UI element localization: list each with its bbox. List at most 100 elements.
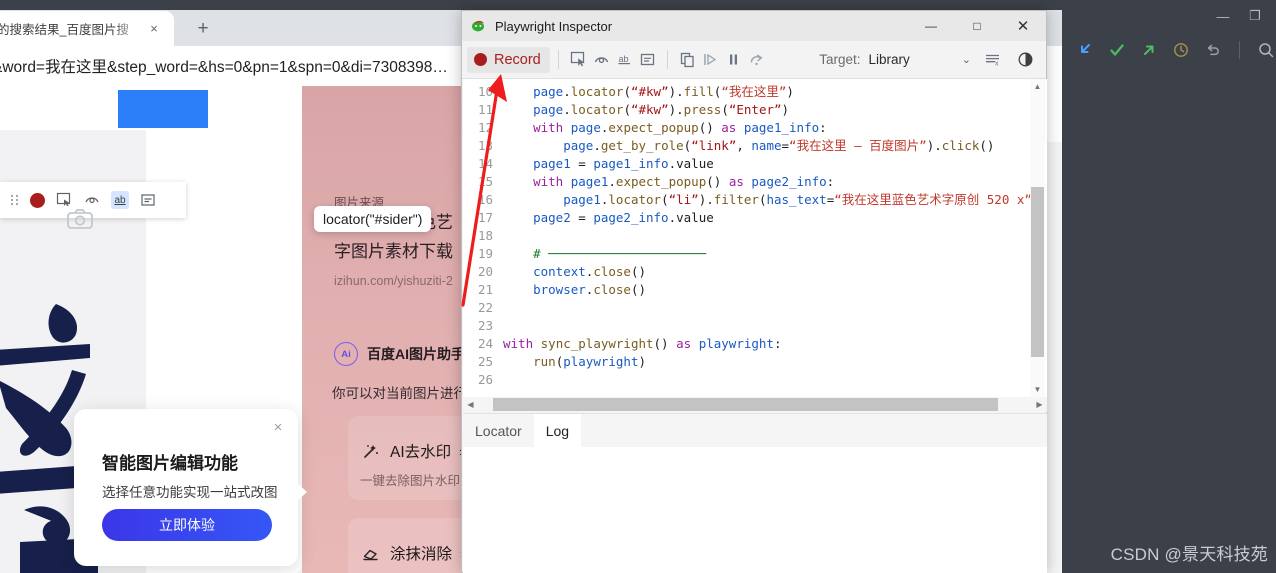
record-button[interactable]: Record [467,46,550,73]
undo-icon[interactable] [1203,40,1223,60]
browser-titlebar-strip [0,0,1062,10]
magic-wand-icon [360,440,382,462]
line-number: 18 [477,228,493,243]
scroll-down-arrow-icon[interactable]: ▼ [1030,382,1045,397]
code-line: 21 browser.close() [463,281,1047,299]
toggle-theme-icon[interactable] [1014,48,1037,71]
record-label: Record [494,51,541,68]
ai-badge-icon: Ai [334,342,358,366]
vertical-scroll-thumb[interactable] [1031,187,1044,357]
ide-window-controls[interactable]: — ❐ [1208,4,1270,28]
git-history-icon[interactable] [1171,40,1191,60]
code-horizontal-scrollbar[interactable]: ◀ ▶ [463,397,1047,412]
scroll-right-arrow-icon[interactable]: ▶ [1032,397,1047,412]
toolbar-right-actions: x [981,48,1037,71]
tab-locator[interactable]: Locator [463,414,534,448]
line-number: 25 [477,354,493,369]
browser-tab-title: 这里的搜索结果_百度图片搜 [0,23,129,37]
tooltip-title: 智能图片编辑功能 [102,454,238,473]
assert-value-icon[interactable] [139,191,157,209]
code-vertical-scrollbar[interactable]: ▲ ▼ [1030,79,1045,397]
line-number: 14 [477,156,493,171]
scroll-up-arrow-icon[interactable]: ▲ [1030,79,1045,94]
ai-assistant-header: Ai 百度AI图片助手 [334,342,465,366]
baidu-search-button[interactable] [118,90,208,128]
target-value[interactable]: Library [869,52,910,67]
git-commit-icon[interactable] [1107,40,1127,60]
assert-text-icon[interactable]: ab [111,191,129,209]
code-line: 10 page.locator(“#kw”).fill(“我在这里”) [463,83,1047,101]
new-tab-button[interactable]: + [190,16,216,42]
svg-text:x: x [995,61,999,68]
code-text: page.get_by_role(“link”, name=“我在这里 – 百度… [563,138,995,153]
code-line: 24 with sync_playwright() as playwright: [463,335,1047,353]
code-line: 18 [463,227,1047,245]
ide-restore-button[interactable]: ❐ [1240,4,1270,28]
line-number: 15 [477,174,493,189]
git-update-project-icon[interactable] [1075,40,1095,60]
scroll-left-arrow-icon[interactable]: ◀ [463,397,478,412]
target-label: Target: [819,52,861,67]
feature-header: AI去水印 › [360,440,464,462]
step-over-icon[interactable] [745,48,768,71]
pause-icon[interactable] [722,48,745,71]
record-dot-icon[interactable] [30,192,45,208]
horizontal-scroll-thumb[interactable] [493,398,998,411]
git-push-icon[interactable] [1139,40,1159,60]
inspect-eye-icon[interactable] [590,48,613,71]
code-line: 26 [463,371,1047,389]
clear-log-icon[interactable]: x [981,48,1004,71]
toolbar-divider [666,50,668,69]
line-number: 24 [477,336,493,351]
browser-tab[interactable]: 这里的搜索结果_百度图片搜 × [0,11,174,46]
line-number: 19 [477,246,493,261]
source-url[interactable]: izihun.com/yishuziti-2 [334,274,453,288]
ide-git-actions[interactable] [1075,40,1276,60]
line-number: 20 [477,264,493,279]
code-line: 13 page.get_by_role(“link”, name=“我在这里 –… [463,137,1047,155]
image-source-panel: 图片来源 我在这里蓝色艺 字图片素材下载 izihun.com/yishuzit… [302,86,518,573]
code-text: run(playwright) [533,354,647,369]
close-icon[interactable]: × [144,19,164,39]
ide-minimize-button[interactable]: — [1208,4,1238,28]
search-icon[interactable] [1256,40,1276,60]
inspector-window-controls[interactable]: — □ ✕ [908,11,1046,41]
assert-text-icon[interactable]: ab [613,48,636,71]
eraser-icon [360,542,382,564]
tab-log[interactable]: Log [533,414,582,448]
copy-icon[interactable] [676,48,699,71]
line-number: 12 [477,120,493,135]
pick-locator-icon[interactable] [567,48,590,71]
close-icon[interactable]: × [268,417,288,437]
code-line: 25 run(playwright) [463,353,1047,371]
code-line: 22 [463,299,1047,317]
feature-name: AI去水印 [390,444,452,461]
chevron-down-icon[interactable]: ⌄ [962,53,971,66]
close-button[interactable]: ✕ [1000,11,1046,41]
line-number: 10 [477,84,493,99]
tooltip-subtitle: 选择任意功能实现一站式改图 [102,485,278,500]
inspector-bottom-tabs: Locator Log [463,413,1047,448]
ai-assistant-subtitle: 你可以对当前图片进行 [332,386,467,401]
code-lines: 10 page.locator(“#kw”).fill(“我在这里”) 11 pa… [463,79,1047,389]
code-text: with page.expect_popup() as page1_info: [533,120,827,135]
drag-handle-icon[interactable] [9,193,20,207]
line-number: 17 [477,210,493,225]
resume-icon[interactable] [699,48,722,71]
code-line: 16 page1.locator(“li”).filter(has_text=“… [463,191,1047,209]
feature-description: 一键去除图片水印 [360,474,461,488]
code-line: 14 page1 = page1_info.value [463,155,1047,173]
source-code-viewer[interactable]: 10 page.locator(“#kw”).fill(“我在这里”) 11 pa… [463,79,1047,397]
code-line: 17 page2 = page2_info.value [463,209,1047,227]
minimize-button[interactable]: — [908,11,954,41]
maximize-button[interactable]: □ [954,11,1000,41]
smart-edit-tooltip: × 智能图片编辑功能 选择任意功能实现一站式改图 立即体验 [74,409,307,566]
code-text: page.locator(“#kw”).fill(“我在这里”) [533,84,794,99]
watermark: CSDN @景天科技苑 [1110,545,1268,564]
code-text: with page1.expect_popup() as page2_info: [533,174,835,189]
screen: — ❐ Git: [0,0,1276,573]
line-number: 11 [477,102,493,117]
try-now-button[interactable]: 立即体验 [102,509,272,541]
assert-value-icon[interactable] [636,48,659,71]
line-number: 22 [477,300,493,315]
